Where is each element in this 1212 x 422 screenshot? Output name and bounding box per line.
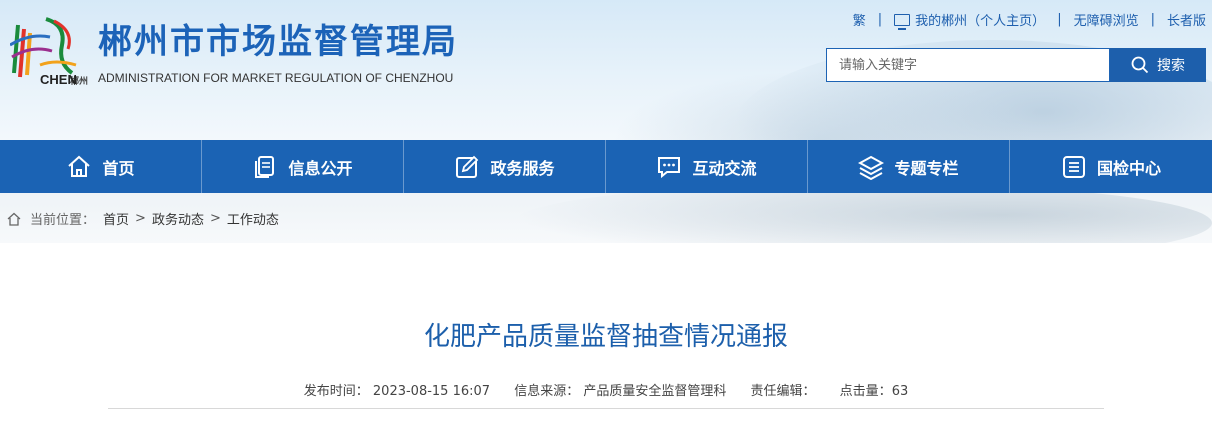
views: 点击量：63	[840, 384, 909, 399]
publish-time: 发布时间： 2023-08-15 16:07	[304, 384, 490, 399]
nav-item-label: 首页	[102, 158, 135, 178]
search-icon	[1131, 56, 1149, 74]
main-nav: 首页 信息公开 政务服务 互动交流 专题专栏 国检中心	[0, 140, 1212, 193]
nav-item-label: 国检中心	[1096, 158, 1161, 178]
article-title: 化肥产品质量监督抽查情况通报	[423, 322, 788, 352]
source: 信息来源： 产品质量安全监督管理科	[514, 384, 726, 399]
top-links: 繁 | 我的郴州（个人主页） | 无障碍浏览 | 长者版	[853, 10, 1206, 30]
breadcrumb-separator: >	[135, 211, 146, 226]
divider	[108, 408, 1104, 409]
breadcrumb-prefix: 当前位置：	[30, 213, 96, 228]
publish-time-label: 发布时间：	[303, 384, 369, 399]
search-input[interactable]	[826, 48, 1110, 82]
article-meta: 发布时间： 2023-08-15 16:07 信息来源： 产品质量安全监督管理科…	[0, 380, 1212, 399]
breadcrumb-item-home[interactable]: 首页	[103, 209, 129, 228]
nav-item-interaction[interactable]: 互动交流	[606, 140, 808, 193]
search-button-label: 搜索	[1157, 58, 1185, 74]
source-label: 信息来源：	[514, 384, 580, 399]
separator: |	[877, 12, 883, 27]
editor-label: 责任编辑：	[750, 384, 816, 399]
site-subtitle: ADMINISTRATION FOR MARKET REGULATION OF …	[98, 71, 454, 85]
accessible-browsing-link[interactable]: 无障碍浏览	[1074, 10, 1139, 29]
document-icon	[255, 155, 275, 178]
monitor-icon	[894, 13, 911, 30]
search-box: 搜索	[826, 48, 1206, 82]
home-icon	[7, 212, 21, 226]
source-value: 产品质量安全监督管理科	[583, 384, 727, 399]
header: 郴州 CHEN 郴州市市场监督管理局 ADMINISTRATION FOR MA…	[0, 0, 1212, 140]
search-button[interactable]: 搜索	[1110, 48, 1206, 82]
editor: 责任编辑：	[751, 384, 820, 399]
nav-item-label: 政务服务	[490, 158, 555, 178]
nav-item-label: 专题专栏	[894, 158, 959, 178]
nav-item-special-topics[interactable]: 专题专栏	[808, 140, 1010, 193]
separator: |	[1057, 12, 1062, 27]
breadcrumb-separator: >	[209, 211, 221, 226]
nav-item-label: 信息公开	[288, 158, 353, 178]
nav-item-info-disclosure[interactable]: 信息公开	[202, 140, 404, 193]
breadcrumb-background	[512, 193, 1212, 243]
nav-item-inspection-center[interactable]: 国检中心	[1010, 140, 1212, 193]
breadcrumb-bar: 当前位置： 首页 > 政务动态 > 工作动态	[0, 193, 1212, 243]
nav-item-home[interactable]: 首页	[0, 140, 202, 193]
list-icon	[1062, 155, 1085, 178]
publish-time-value: 2023-08-15 16:07	[372, 384, 491, 399]
my-chenzhou-link[interactable]: 我的郴州（个人主页）	[915, 10, 1045, 29]
nav-item-label: 互动交流	[692, 158, 757, 178]
views-label: 点击量：	[839, 384, 892, 399]
layers-icon	[858, 155, 885, 180]
chat-icon	[658, 156, 681, 178]
breadcrumb-item-gov-news[interactable]: 政务动态	[152, 209, 204, 228]
separator: |	[1150, 12, 1155, 27]
logo-english-text: CHEN	[40, 72, 77, 87]
elder-version-link[interactable]: 长者版	[1167, 10, 1206, 29]
traditional-chinese-link[interactable]: 繁	[853, 10, 866, 29]
views-value: 63	[891, 384, 909, 399]
edit-icon	[456, 155, 479, 178]
breadcrumb-item-work-news[interactable]: 工作动态	[227, 209, 279, 228]
site-title[interactable]: 郴州市市场监督管理局	[98, 20, 458, 64]
nav-item-gov-services[interactable]: 政务服务	[404, 140, 606, 193]
home-icon	[68, 155, 91, 177]
breadcrumb: 当前位置： 首页 > 政务动态 > 工作动态	[6, 209, 279, 228]
